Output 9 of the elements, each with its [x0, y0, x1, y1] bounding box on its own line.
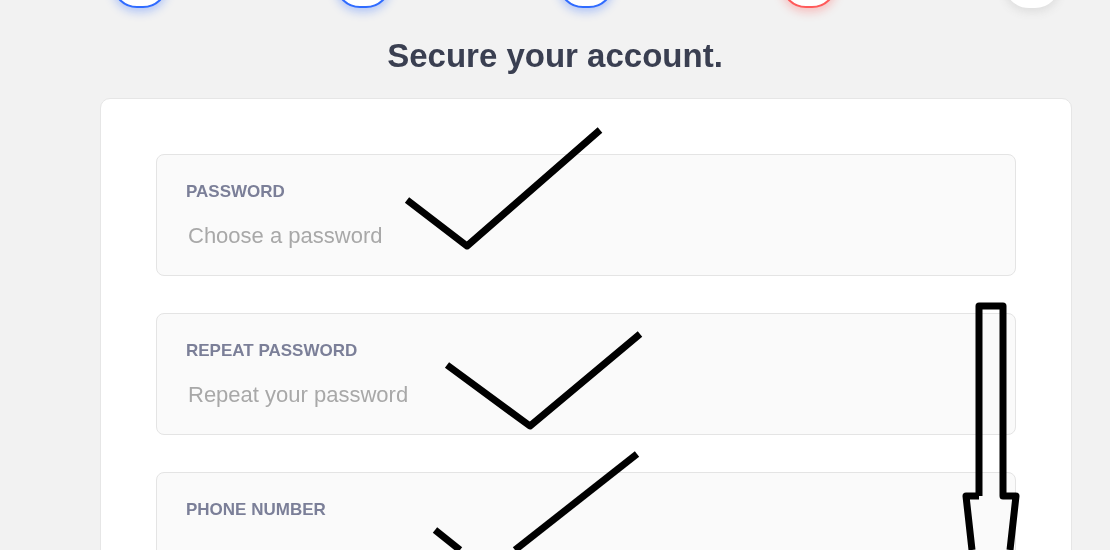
text-input[interactable]: Choose a password [186, 218, 986, 252]
input-field[interactable]: REPEAT PASSWORD Repeat your password [156, 313, 1016, 435]
field-label: REPEAT PASSWORD [186, 340, 359, 362]
page-title: Secure your account. [387, 36, 723, 76]
field-label: PASSWORD [186, 181, 286, 203]
input-field[interactable]: PASSWORD Choose a password [156, 154, 1016, 276]
text-input[interactable]: Repeat your password [186, 377, 986, 411]
input-field[interactable]: PHONE NUMBER [156, 472, 1016, 550]
field-label: PHONE NUMBER [186, 499, 327, 521]
